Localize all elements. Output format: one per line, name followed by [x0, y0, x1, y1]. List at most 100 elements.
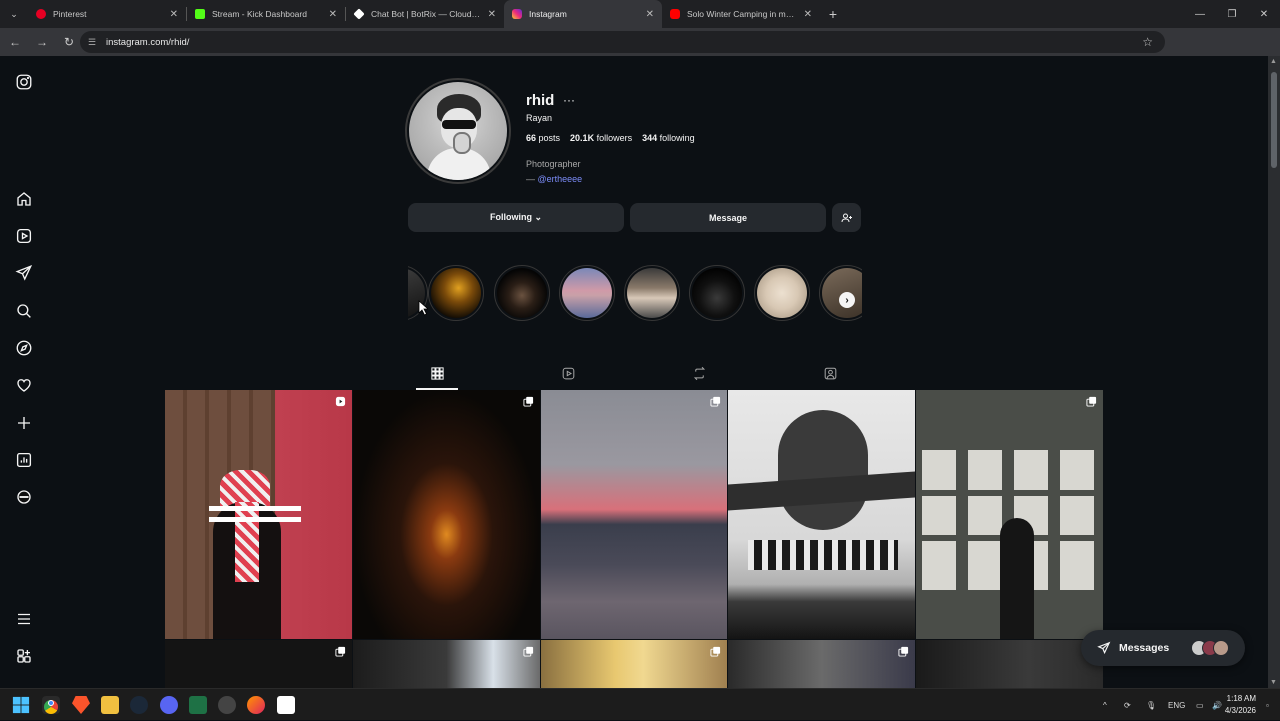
windows-start-icon[interactable]: [12, 696, 30, 714]
close-window-icon[interactable]: ✕: [1248, 0, 1280, 28]
following-button[interactable]: Following ⌄: [408, 203, 624, 232]
kick-icon: [195, 9, 205, 19]
post-thumbnail[interactable]: [541, 390, 727, 639]
post-thumbnail[interactable]: [728, 640, 915, 688]
network-icon[interactable]: ▭: [1196, 689, 1204, 721]
url-input[interactable]: ☰ instagram.com/rhid/ ☆: [80, 31, 1165, 53]
close-tab-icon[interactable]: ✕: [170, 9, 178, 20]
profile-username: rhid: [526, 92, 555, 109]
app-icon[interactable]: [277, 696, 295, 714]
highlight-item[interactable]: [428, 265, 484, 321]
post-thumbnail[interactable]: [353, 390, 540, 639]
post-thumbnail[interactable]: [353, 640, 540, 688]
post-thumbnail[interactable]: [916, 390, 1103, 639]
tab-tagged-icon[interactable]: [821, 364, 839, 382]
highlight-item[interactable]: [754, 265, 810, 321]
direct-messages-icon[interactable]: [14, 263, 34, 283]
close-tab-icon[interactable]: ✕: [329, 9, 337, 20]
post-thumbnail[interactable]: [541, 640, 727, 688]
home-icon[interactable]: [14, 189, 34, 209]
tab-title: Stream - Kick Dashboard: [212, 9, 307, 19]
tab-kick-dashboard[interactable]: Stream - Kick Dashboard ✕: [187, 0, 345, 28]
instagram-logo-icon[interactable]: [14, 72, 34, 92]
also-from-meta-icon[interactable]: [14, 646, 34, 666]
highlights-next-arrow-icon[interactable]: ›: [839, 292, 855, 308]
close-tab-icon[interactable]: ✕: [488, 9, 496, 20]
scrollbar-thumb[interactable]: [1271, 72, 1277, 168]
followers-stat[interactable]: 20.1K followers: [570, 133, 632, 143]
close-tab-icon[interactable]: ✕: [804, 9, 812, 20]
tab-botrix[interactable]: Chat Bot | BotRix — Cloud Strea ✕: [346, 0, 504, 28]
site-info-icon[interactable]: ☰: [88, 37, 100, 47]
windows-taskbar: ^ ⟳ 🎙 ENG ▭ 🔊 1:18 AM 4/3/2026 ▫: [0, 688, 1280, 720]
obs-icon[interactable]: [218, 696, 236, 714]
dashboard-chart-icon[interactable]: [14, 450, 34, 470]
volume-icon[interactable]: 🔊: [1212, 689, 1222, 721]
language-indicator[interactable]: ENG: [1168, 689, 1185, 721]
bio-link[interactable]: @ertheeee: [538, 174, 583, 184]
steam-icon[interactable]: [130, 696, 148, 714]
botrix-icon: [353, 8, 365, 20]
notifications-heart-icon[interactable]: [14, 375, 34, 395]
suggested-accounts-icon[interactable]: [832, 203, 861, 232]
tab-reels-icon[interactable]: [559, 364, 577, 382]
tab-pinterest[interactable]: Pinterest ✕: [28, 0, 186, 28]
search-icon[interactable]: [14, 301, 34, 321]
browser-tab-strip: ⌄ Pinterest ✕ Stream - Kick Dashboard ✕ …: [0, 0, 1280, 28]
file-explorer-icon[interactable]: [101, 696, 119, 714]
posts-stat: 66 posts: [526, 133, 561, 143]
highlight-item[interactable]: [819, 265, 862, 321]
system-clock[interactable]: 1:18 AM 4/3/2026: [1225, 693, 1256, 717]
profile-avatar-icon[interactable]: [14, 487, 34, 507]
reels-icon[interactable]: [14, 226, 34, 246]
post-thumbnail[interactable]: [165, 390, 352, 639]
tab-search-icon[interactable]: ⌄: [0, 0, 28, 28]
highlight-item[interactable]: [689, 265, 745, 321]
tab-posts-grid-icon[interactable]: [428, 364, 446, 382]
microphone-icon[interactable]: 🎙: [1146, 689, 1156, 721]
window-controls: — ❐ ✕: [1184, 0, 1280, 28]
create-plus-icon[interactable]: [14, 413, 34, 433]
minimize-icon[interactable]: —: [1184, 0, 1216, 28]
discord-icon[interactable]: [160, 696, 178, 714]
bookmark-star-icon[interactable]: ☆: [1142, 35, 1153, 49]
forward-arrow-icon[interactable]: →: [30, 30, 54, 54]
carousel-badge-icon: [335, 646, 346, 657]
direct-message-icon: [1097, 641, 1111, 655]
highlight-item[interactable]: [494, 265, 550, 321]
tab-youtube[interactable]: Solo Winter Camping in my Sup ✕: [662, 0, 820, 28]
new-tab-button[interactable]: +: [820, 6, 846, 22]
following-stat[interactable]: 344 following: [642, 133, 695, 143]
highlight-item[interactable]: [624, 265, 680, 321]
clock-time: 1:18 AM: [1226, 694, 1256, 703]
page-scrollbar[interactable]: ▲ ▼: [1268, 56, 1280, 688]
address-bar-row: ← → ↻ ☰ instagram.com/rhid/ ☆ ⧉ ≡ ⋮: [0, 28, 1280, 77]
firefox-icon[interactable]: [247, 696, 265, 714]
options-ellipsis-icon[interactable]: ···: [563, 93, 575, 107]
close-tab-icon[interactable]: ✕: [646, 9, 654, 20]
post-thumbnail[interactable]: [728, 390, 915, 639]
notifications-icon[interactable]: ▫: [1266, 689, 1269, 721]
back-arrow-icon[interactable]: ←: [3, 30, 27, 54]
post-thumbnail[interactable]: [165, 640, 352, 688]
explore-compass-icon[interactable]: [14, 338, 34, 358]
mouse-cursor-icon: [418, 300, 428, 316]
tray-app-icon[interactable]: ⟳: [1124, 689, 1131, 721]
tab-reposts-icon[interactable]: [690, 364, 708, 382]
profile-bio: Photographer: [526, 159, 581, 169]
side-navigation: [0, 56, 48, 688]
message-button[interactable]: Message: [630, 203, 826, 232]
chrome-taskbar-icon[interactable]: [42, 696, 60, 714]
profile-picture[interactable]: [405, 78, 511, 184]
reload-icon[interactable]: ↻: [57, 30, 81, 54]
tray-chevron-icon[interactable]: ^: [1103, 689, 1107, 721]
restore-icon[interactable]: ❐: [1216, 0, 1248, 28]
excel-icon[interactable]: [189, 696, 207, 714]
tab-instagram[interactable]: Instagram ✕: [504, 0, 662, 28]
highlight-item[interactable]: [559, 265, 615, 321]
tab-title: Chat Bot | BotRix — Cloud Strea: [371, 9, 482, 19]
post-thumbnail[interactable]: [916, 640, 1103, 688]
messages-pill-button[interactable]: Messages: [1081, 630, 1245, 666]
brave-icon[interactable]: [72, 696, 90, 714]
more-menu-icon[interactable]: [14, 609, 34, 629]
